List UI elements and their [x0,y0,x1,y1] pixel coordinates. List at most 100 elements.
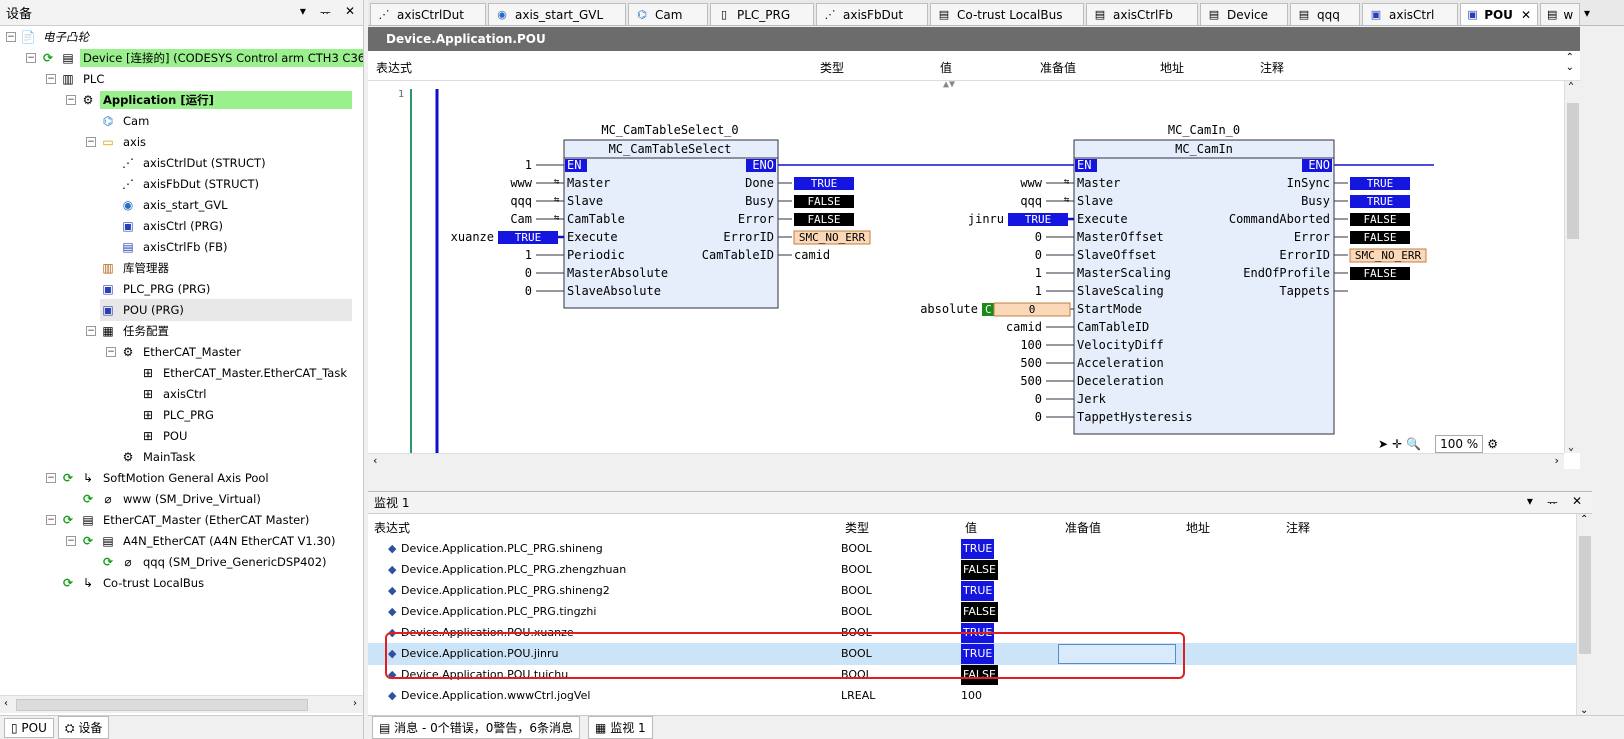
tab-qqq[interactable]: ▤ qqq [1290,3,1360,25]
collapse-icon[interactable]: − [86,137,96,147]
tab-pou[interactable]: ▯ POU [4,717,54,738]
scroll-right-icon[interactable]: › [1553,454,1560,467]
tree-item[interactable]: ▣ axisCtrl (PRG) [120,215,226,237]
column-prepared-value[interactable]: 准备值 [1040,59,1076,76]
tree-item[interactable]: ⊞ POU [140,425,190,447]
watch-value[interactable]: TRUE [961,581,995,601]
close-tab-icon[interactable]: ✕ [1521,8,1531,22]
tab-device[interactable]: ▤ Device [1200,3,1288,25]
tree-item[interactable]: ▥ 库管理器 [100,257,172,279]
scrollbar-thumb[interactable] [1567,103,1579,239]
tree-item[interactable]: ◉ axis_start_GVL [120,194,231,216]
collapse-icon[interactable]: − [66,536,76,546]
tab-pou[interactable]: ▣ POU ✕ [1460,3,1538,25]
tree-item[interactable]: − ⟳ ▤ EtherCAT_Master (EtherCAT Master) [46,509,312,531]
tree-item[interactable]: ⊞ PLC_PRG [140,404,217,426]
watch-row[interactable]: ◆ Device.Application.wwwCtrl.jogVel LREAL 1… [368,685,1576,707]
watch-value[interactable]: FALSE [961,602,998,622]
fbd-horizontal-scrollbar[interactable]: ‹ › [368,453,1564,469]
tree-item[interactable]: ⌬ Cam [100,110,152,132]
dropdown-icon[interactable]: ▾ [300,4,306,21]
tab-axisctrldut[interactable]: ⋰ axisCtrlDut [370,3,486,25]
collapse-icon[interactable]: − [86,326,96,336]
watch-vertical-scrollbar[interactable]: ⌃ ⌄ [1576,514,1592,716]
watch-value[interactable]: FALSE [961,560,998,580]
tree-item[interactable]: ▣ POU (PRG) [100,299,352,321]
tree-item[interactable]: ⊞ axisCtrl [140,383,210,405]
tree-item[interactable]: ▤ axisCtrlFb (FB) [120,236,231,258]
tab-list-dropdown-icon[interactable]: ▾ [1584,6,1590,20]
close-icon[interactable]: ✕ [345,4,355,21]
scrollbar-thumb[interactable] [1579,536,1591,654]
scroll-down-icon[interactable]: ⌄ [1568,442,1574,453]
tree-item[interactable]: ⟳ ↳ Co-trust LocalBus [60,572,207,594]
collapse-icon[interactable]: − [46,473,56,483]
watch-row[interactable]: ◆ Device.Application.PLC_PRG.tingzhi BOOL F… [368,601,1576,623]
column-type[interactable]: 类型 [845,519,869,536]
tab-axis-start-gvl[interactable]: ◉ axis_start_GVL [488,3,626,25]
tab-axisctrl[interactable]: ▣ axisCtrl [1362,3,1458,25]
tree-item[interactable]: − ⟳ ↳ SoftMotion General Axis Pool [46,467,272,489]
device-tree[interactable]: − 📄 电子凸轮 − ⟳ ▤ Device [连接的] (CODESYS Control … [0,26,363,691]
column-prepared-value[interactable]: 准备值 [1065,519,1101,536]
column-type[interactable]: 类型 [820,59,844,76]
dropdown-icon[interactable]: ▾ [1527,494,1533,511]
collapse-icon[interactable]: − [6,32,16,42]
collapse-icon[interactable]: − [106,347,116,357]
column-value[interactable]: 值 [940,59,952,76]
collapse-icon[interactable]: − [46,74,56,84]
collapse-icon[interactable]: − [26,53,36,63]
scroll-left-icon[interactable]: ‹ [4,698,8,709]
tree-item[interactable]: − ▭ axis [86,131,149,153]
pin-icon[interactable]: ᅲ [1547,494,1558,511]
scroll-up-icon[interactable]: ⌃ [1568,81,1574,92]
watch-row[interactable]: ◆ Device.Application.PLC_PRG.shineng BOOL T… [368,538,1576,560]
column-comment[interactable]: 注释 [1260,59,1284,76]
tab-axisfbdut[interactable]: ⋰ axisFbDut [816,3,928,25]
column-expression[interactable]: 表达式 [374,519,410,536]
tree-item[interactable]: ⋰ axisFbDut (STRUCT) [120,173,262,195]
column-expression[interactable]: 表达式 [376,59,412,76]
tab-co-trust-localbus[interactable]: ▤ Co-trust LocalBus [930,3,1084,25]
tree-item[interactable]: − ⚙ EtherCAT_Master [106,341,244,363]
watch-row[interactable]: ◆ Device.Application.PLC_PRG.shineng2 BOOL… [368,580,1576,602]
close-icon[interactable]: ✕ [1572,494,1582,511]
scroll-right-icon[interactable]: › [353,698,357,709]
pin-icon[interactable]: ᅲ [320,4,331,21]
tree-item[interactable]: ⊞ EtherCAT_Master.EtherCAT_Task [140,362,350,384]
tree-item[interactable]: − ▥ PLC [46,68,107,90]
tree-item[interactable]: − ⚙ Application [运行] [66,89,352,111]
fbd-vertical-scrollbar[interactable]: ⌃ ⌄ [1564,81,1580,453]
scroll-left-icon[interactable]: ‹ [372,454,379,467]
watch-value[interactable]: TRUE [961,539,995,559]
tree-item[interactable]: ▣ PLC_PRG (PRG) [100,278,213,300]
collapse-icon[interactable]: − [66,95,76,105]
tree-item[interactable]: − ⟳ ▤ A4N_EtherCAT (A4N EtherCAT V1.30) [66,530,339,552]
zoom-settings-icon[interactable]: ⚙ [1487,437,1498,451]
tree-item[interactable]: − 📄 电子凸轮 [6,26,92,48]
tree-horizontal-scrollbar[interactable]: ‹ › [0,695,363,713]
tab-axisctrlfb[interactable]: ▤ axisCtrlFb [1086,3,1198,25]
watch-value[interactable]: 100 [961,689,982,702]
watch-row[interactable]: ◆ Device.Application.PLC_PRG.zhengzhuan BO… [368,559,1576,581]
tree-item[interactable]: ⋰ axisCtrlDut (STRUCT) [120,152,269,174]
pointer-icon[interactable]: ➤ [1378,437,1388,451]
column-value[interactable]: 值 [965,519,977,536]
zoom-level[interactable]: 100 % [1435,435,1484,453]
move-icon[interactable]: ✛ [1392,437,1402,451]
tree-item[interactable]: − ⟳ ▤ Device [连接的] (CODESYS Control arm CTH… [26,47,363,69]
tab-plc-prg[interactable]: ▯ PLC_PRG [710,3,814,25]
tab-w[interactable]: ▤ w [1540,3,1580,25]
header-scroll-icon[interactable]: ⌃ ⌄ [1566,53,1574,73]
zoom-icon[interactable]: 🔍 [1406,437,1421,451]
tree-item[interactable]: ⟳ ⌀ qqq (SM_Drive_GenericDSP402) [100,551,330,573]
scroll-up-icon[interactable]: ⌃ [1580,514,1588,525]
splitter-arrows-icon[interactable]: ▲▼ [943,81,955,90]
column-address[interactable]: 地址 [1186,519,1210,536]
tree-item[interactable]: ⟳ ⌀ www (SM_Drive_Virtual) [80,488,264,510]
tree-item[interactable]: ⚙ MainTask [120,446,198,468]
column-comment[interactable]: 注释 [1286,519,1310,536]
collapse-icon[interactable]: − [46,515,56,525]
tree-item[interactable]: − ▦ 任务配置 [86,320,172,342]
tab-devices[interactable]: ⛭ 设备 [57,716,110,739]
